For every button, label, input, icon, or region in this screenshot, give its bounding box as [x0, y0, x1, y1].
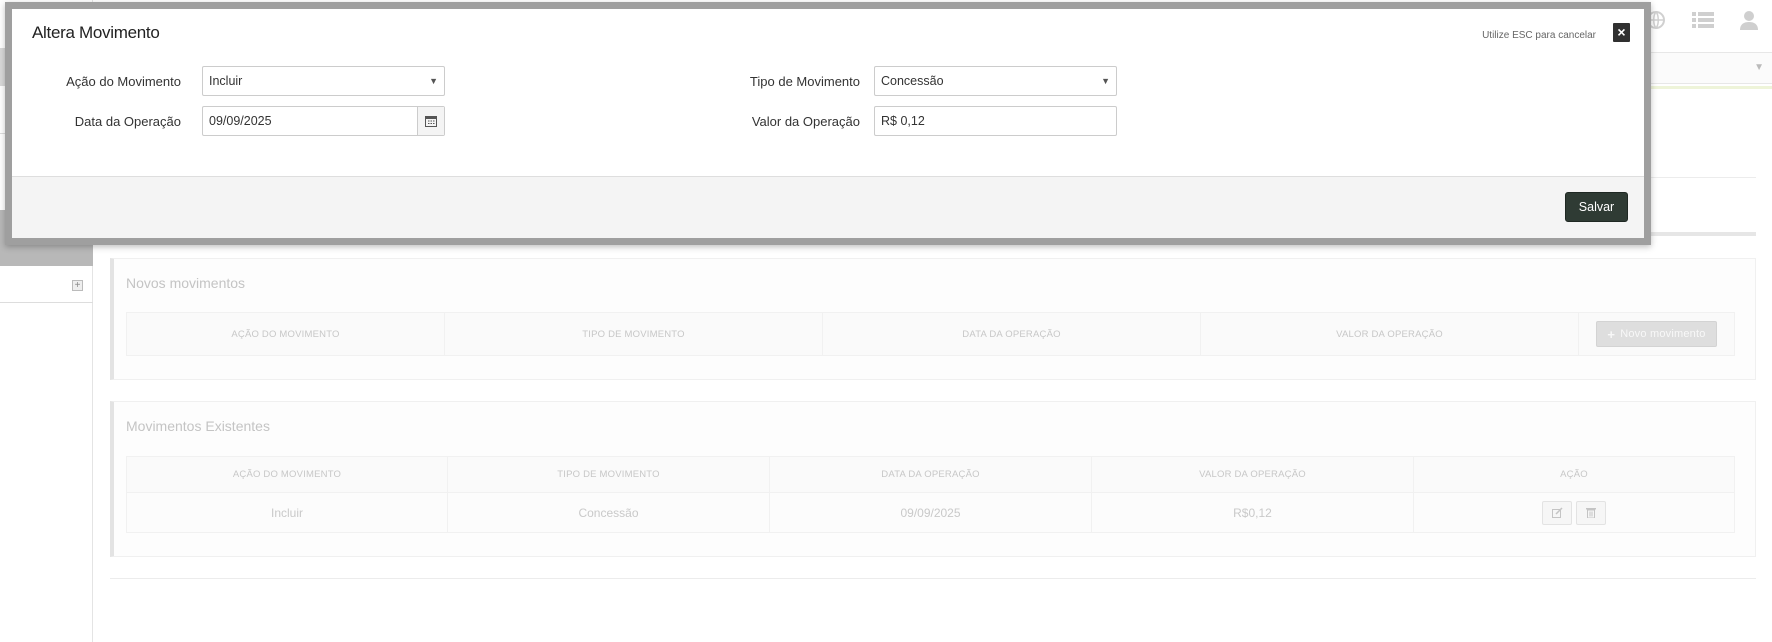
- table-row[interactable]: Incluir Concessão 09/09/2025 R$0,12: [126, 493, 1735, 533]
- column-header[interactable]: TIPO DE MOVIMENTO: [445, 313, 823, 355]
- chevron-down-icon: ▼: [1754, 62, 1764, 73]
- acao-select[interactable]: Incluir ▼: [202, 66, 445, 96]
- modal-title: Altera Movimento: [32, 23, 160, 42]
- chevron-down-icon: ▼: [1101, 76, 1110, 86]
- column-header[interactable]: AÇÃO: [1414, 457, 1734, 492]
- column-header[interactable]: VALOR DA OPERAÇÃO: [1201, 313, 1579, 355]
- cell-data: 09/09/2025: [770, 493, 1092, 532]
- column-header[interactable]: TIPO DE MOVIMENTO: [448, 457, 770, 492]
- panel-title: Movimentos Existentes: [126, 418, 270, 434]
- cell-acao: Incluir: [127, 493, 448, 532]
- column-header[interactable]: AÇÃO DO MOVIMENTO: [127, 313, 445, 355]
- trash-icon[interactable]: [1576, 500, 1606, 525]
- data-value: 09/09/2025: [209, 114, 272, 128]
- edit-icon[interactable]: [1542, 500, 1572, 525]
- column-header[interactable]: AÇÃO DO MOVIMENTO: [127, 457, 448, 492]
- valor-label: Valor da Operação: [751, 114, 860, 129]
- top-bar-icons: [1646, 10, 1758, 34]
- user-icon[interactable]: [1740, 10, 1758, 34]
- acao-label: Ação do Movimento: [66, 74, 181, 89]
- column-header[interactable]: DATA DA OPERAÇÃO: [823, 313, 1201, 355]
- column-actions: + Novo movimento: [1579, 313, 1734, 355]
- tipo-value: Concessão: [881, 74, 944, 88]
- accent-line: [1642, 86, 1772, 89]
- sidebar-divider: [0, 302, 93, 303]
- movimentos-existentes-panel: Movimentos Existentes AÇÃO DO MOVIMENTO …: [110, 401, 1756, 557]
- novos-grid-header: AÇÃO DO MOVIMENTO TIPO DE MOVIMENTO DATA…: [126, 312, 1735, 356]
- panel-title: Novos movimentos: [126, 275, 246, 291]
- altera-movimento-modal: Altera Movimento Utilize ESC para cancel…: [5, 2, 1651, 245]
- column-header[interactable]: VALOR DA OPERAÇÃO: [1092, 457, 1414, 492]
- esc-hint: Utilize ESC para cancelar: [1482, 30, 1596, 41]
- valor-value: R$ 0,12: [881, 114, 925, 128]
- plus-icon: +: [1607, 326, 1616, 342]
- acao-value: Incluir: [209, 74, 243, 88]
- calendar-icon[interactable]: [417, 107, 444, 135]
- chevron-down-icon: ▼: [429, 76, 438, 86]
- column-header[interactable]: DATA DA OPERAÇÃO: [770, 457, 1092, 492]
- tipo-select[interactable]: Concessão ▼: [874, 66, 1117, 96]
- novo-movimento-button[interactable]: + Novo movimento: [1596, 321, 1717, 347]
- novos-movimentos-panel: Novos movimentos AÇÃO DO MOVIMENTO TIPO …: [110, 258, 1756, 380]
- cell-valor: R$0,12: [1092, 493, 1414, 532]
- list-icon[interactable]: [1692, 11, 1714, 33]
- cell-tipo: Concessão: [448, 493, 770, 532]
- cell-actions: [1414, 493, 1734, 532]
- expand-icon[interactable]: +: [72, 280, 83, 291]
- tipo-label: Tipo de Movimento: [749, 74, 860, 89]
- data-input[interactable]: 09/09/2025: [202, 106, 445, 136]
- top-right-select[interactable]: ▼: [1642, 52, 1772, 84]
- close-button[interactable]: ×: [1613, 23, 1630, 42]
- button-label: Novo movimento: [1620, 328, 1706, 340]
- existentes-grid-header: AÇÃO DO MOVIMENTO TIPO DE MOVIMENTO DATA…: [126, 456, 1735, 493]
- divider: [1636, 232, 1756, 236]
- data-label: Data da Operação: [74, 114, 181, 129]
- valor-input[interactable]: R$ 0,12: [874, 106, 1117, 136]
- save-button[interactable]: Salvar: [1565, 192, 1628, 222]
- divider: [110, 578, 1756, 579]
- modal-footer: Salvar: [12, 176, 1644, 238]
